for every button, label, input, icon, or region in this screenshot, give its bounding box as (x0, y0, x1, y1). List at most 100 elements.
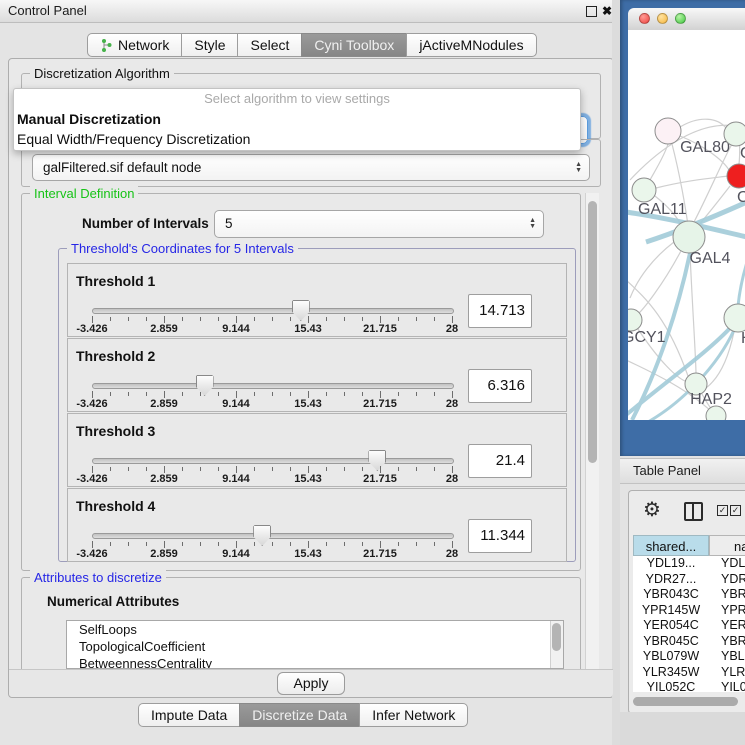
tab-cyni-toolbox[interactable]: Cyni Toolbox (301, 33, 406, 57)
dropdown-option-equal-width-frequency[interactable]: Equal Width/Frequency Discretization (14, 129, 580, 149)
close-traffic-light-icon[interactable] (639, 13, 650, 24)
threshold-value-field[interactable]: 11.344 (468, 519, 532, 553)
network-node[interactable] (724, 304, 745, 332)
attribute-list-item[interactable]: SelfLoops (67, 621, 563, 638)
slider-tick-mark (326, 392, 327, 396)
slider-tick-mark (398, 542, 399, 546)
table-horizontal-scrollbar-thumb[interactable] (633, 697, 738, 706)
gear-icon[interactable]: ⚙ (643, 497, 661, 522)
table-row[interactable]: YPR145WYPR1 (633, 603, 745, 619)
slider-tick-mark (434, 392, 435, 396)
slider-tick-mark (308, 391, 309, 398)
slider-track[interactable] (92, 458, 454, 464)
slider-tick-label: 21.715 (363, 323, 397, 335)
number-of-intervals-combobox[interactable]: 5 ▲▼ (214, 210, 544, 238)
minimize-traffic-light-icon[interactable] (657, 13, 668, 24)
tab-network[interactable]: Network (87, 33, 181, 57)
slider-tick-label: 28 (446, 398, 458, 410)
table-row[interactable]: YBL079WYBL0 (633, 649, 745, 665)
slider-tick-mark (236, 391, 237, 398)
attribute-list-item[interactable]: TopologicalCoefficient (67, 638, 563, 655)
tab-impute-data[interactable]: Impute Data (138, 703, 239, 727)
apply-button[interactable]: Apply (277, 672, 345, 695)
checkbox-icon[interactable]: ✓ (730, 505, 741, 516)
apply-strip: Apply (9, 669, 613, 697)
slider-thumb[interactable] (253, 525, 271, 546)
slider-track[interactable] (92, 383, 454, 389)
network-node[interactable] (655, 118, 681, 144)
cyni-toolbox-content: Discretization Algorithm ▲▼ Select algor… (8, 58, 614, 698)
table-row[interactable]: YIL052CYIL0 (633, 680, 745, 692)
slider-tick-mark (434, 317, 435, 321)
number-of-intervals-value: 5 (215, 211, 543, 236)
settings-scrollbar-thumb[interactable] (588, 201, 597, 463)
threshold-value-field[interactable]: 14.713 (468, 294, 532, 328)
network-node-label: G. (740, 145, 745, 162)
table-panel-titlebar: Table Panel (620, 458, 745, 484)
slider-tick-mark (146, 542, 147, 546)
table-row[interactable]: YBR043CYBR0 (633, 587, 745, 603)
slider-tick-mark (218, 542, 219, 546)
slider-track[interactable] (92, 308, 454, 314)
tab-jactivemnodules[interactable]: jActiveMNodules (406, 33, 536, 57)
network-node[interactable] (632, 178, 656, 202)
threshold-label: Threshold 2 (76, 348, 155, 364)
table-row[interactable]: YDL19...YDL1 (633, 556, 745, 572)
slider-tick-label: 2.859 (150, 548, 178, 560)
network-node[interactable] (724, 122, 745, 146)
column-header-name[interactable]: na (709, 535, 745, 556)
attributes-list-scrollbar[interactable] (550, 621, 563, 668)
network-node[interactable] (673, 221, 705, 253)
zoom-traffic-light-icon[interactable] (675, 13, 686, 24)
slider-tick-mark (92, 541, 93, 548)
table-cell-shared-name: YDL19... (633, 556, 709, 572)
settings-scrollbar[interactable] (585, 193, 599, 669)
table-row[interactable]: YLR345WYLR3 (633, 665, 745, 681)
table-row[interactable]: YBR045CYBR0 (633, 634, 745, 650)
dropdown-option-manual-discretization[interactable]: Manual Discretization (14, 109, 580, 129)
slider-track[interactable] (92, 533, 454, 539)
attributes-list-scrollbar-thumb[interactable] (552, 623, 561, 651)
table-row[interactable]: YDR27...YDR2 (633, 572, 745, 588)
split-columns-icon[interactable] (684, 502, 703, 521)
table-horizontal-scrollbar[interactable] (633, 697, 742, 706)
table-data-combobox-value: galFiltered.sif default node (33, 155, 589, 180)
slider-tick-mark (146, 317, 147, 321)
table-panel-title: Table Panel (633, 459, 701, 483)
below-table-panel-area (620, 712, 745, 745)
float-window-icon[interactable] (586, 6, 597, 17)
checkbox-icon[interactable]: ✓ (717, 505, 728, 516)
threshold-value-field[interactable]: 21.4 (468, 444, 532, 478)
slider-tick-mark (218, 392, 219, 396)
tab-jactivemnodules-label: jActiveMNodules (419, 37, 523, 53)
tab-style[interactable]: Style (181, 33, 237, 57)
attribute-list-item[interactable]: BetweennessCentrality (67, 655, 563, 669)
table-cell-shared-name: YBR043C (633, 587, 709, 603)
slider-tick-label: 15.43 (294, 323, 322, 335)
table-row[interactable]: YER054CYER0 (633, 618, 745, 634)
network-window-titlebar[interactable] (628, 8, 745, 31)
slider-tick-label: -3.426 (76, 548, 107, 560)
threshold-value-field[interactable]: 6.316 (468, 369, 532, 403)
column-header-shared-name[interactable]: shared... (633, 535, 709, 556)
tab-infer-network[interactable]: Infer Network (359, 703, 468, 727)
numerical-attributes-list[interactable]: SelfLoopsTopologicalCoefficientBetweenne… (66, 620, 564, 669)
slider-tick-mark (290, 317, 291, 321)
network-node[interactable] (727, 164, 745, 188)
slider-tick-mark (254, 467, 255, 471)
slider-tick-label: 15.43 (294, 398, 322, 410)
tab-discretize-data[interactable]: Discretize Data (239, 703, 359, 727)
slider-tick-label: 9.144 (222, 323, 250, 335)
network-node-label: HAP2 (690, 391, 732, 408)
close-icon[interactable]: ✖ (602, 3, 612, 19)
slider-thumb[interactable] (368, 450, 386, 471)
slider-tick-mark (326, 542, 327, 546)
slider-tick-mark (182, 467, 183, 471)
network-canvas[interactable]: GAL80G.CGAL11GAL4GCY1HHAP2 (628, 30, 745, 420)
tab-select[interactable]: Select (237, 33, 301, 57)
table-data-combobox[interactable]: galFiltered.sif default node ▲▼ (32, 154, 590, 181)
slider-tick-mark (308, 541, 309, 548)
network-view-window[interactable]: GAL80G.CGAL11GAL4GCY1HHAP2 (620, 0, 745, 456)
network-node[interactable] (706, 406, 726, 420)
slider-thumb[interactable] (196, 375, 214, 396)
